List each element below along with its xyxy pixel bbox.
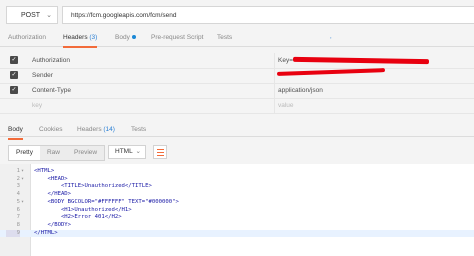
redaction-mark (292, 56, 430, 65)
code-text: <TITLE>Unauthorized</TITLE> (34, 183, 152, 190)
line-number: 8 (16, 221, 20, 228)
request-tabs: Authorization Headers (3) Body Pre-reque… (0, 31, 474, 48)
tab-response-headers[interactable]: Headers (14) (77, 125, 115, 138)
line-number: 7 (16, 214, 20, 221)
header-enabled-checkbox[interactable]: ✓ (10, 56, 18, 64)
tab-tests[interactable]: Tests (217, 33, 232, 46)
tab-response-tests[interactable]: Tests (131, 125, 146, 138)
response-tabs: Body Cookies Headers (14) Tests (0, 120, 474, 140)
request-url-bar: POST ⌄ https://fcm.googleapis.com/fcm/se… (0, 0, 474, 31)
line-number: 6 (16, 206, 20, 213)
view-preview-button[interactable]: Preview (67, 146, 104, 160)
url-input[interactable]: https://fcm.googleapis.com/fcm/send (62, 6, 474, 24)
header-value[interactable]: Key= (278, 57, 293, 64)
tab-response-body[interactable]: Body (8, 125, 23, 140)
body-indicator-dot (131, 35, 136, 40)
header-row: ✓ Authorization Key= (0, 53, 474, 69)
header-key[interactable]: Content-Type (32, 87, 71, 94)
line-number: 5 (16, 198, 20, 205)
header-enabled-checkbox[interactable]: ✓ (10, 71, 18, 79)
code-text: </BODY> (34, 221, 72, 228)
header-row: ✓ Sender (0, 68, 474, 84)
chevron-down-icon: ⌄ (46, 12, 52, 19)
header-value[interactable]: application/json (278, 87, 323, 94)
wrap-lines-button[interactable] (153, 145, 167, 159)
column-divider (274, 98, 275, 113)
header-key[interactable]: Sender (32, 72, 53, 79)
code-text: <HEAD> (34, 175, 68, 182)
method-select[interactable]: POST ⌄ (6, 6, 58, 24)
code-text: </HEAD> (34, 191, 72, 198)
code-line: 7 <H2>Error 401</H2> (0, 214, 474, 222)
line-number: 1 (16, 168, 20, 174)
tab-headers[interactable]: Headers (3) (63, 33, 98, 48)
code-line: 5 ▾ <BODY BGCOLOR="#FFFFFF" TEXT="#000000… (0, 199, 474, 207)
code-line: 2 ▾ <HEAD> (0, 176, 474, 184)
header-row: ✓ Content-Type application/json (0, 83, 474, 99)
redaction-mark (276, 68, 386, 76)
column-divider (274, 83, 275, 98)
tab-bar-marker: , (330, 34, 332, 40)
line-number: 9 (6, 229, 20, 238)
tab-cookies[interactable]: Cookies (39, 125, 62, 138)
code-text: <H1>Unauthorized</H1> (34, 206, 132, 213)
header-enabled-checkbox[interactable]: ✓ (10, 86, 18, 94)
response-view-bar: Pretty Raw Preview HTML ⌄ (0, 141, 474, 163)
tab-pre-request-script[interactable]: Pre-request Script (151, 33, 203, 46)
response-code-editor[interactable]: 1 ▾ <HTML> 2 ▾ <HEAD> 3 <TITLE>Unauthorized</… (0, 164, 474, 256)
format-label: HTML (115, 148, 133, 155)
code-line: 8 </BODY> (0, 222, 474, 230)
column-divider (274, 68, 275, 83)
format-select[interactable]: HTML ⌄ (108, 145, 146, 159)
view-mode-toggle: Pretty Raw Preview (8, 145, 106, 161)
code-line: 9 </HTML> (0, 229, 474, 238)
code-line: 4 </HEAD> (0, 191, 474, 199)
new-value-input[interactable]: value (278, 102, 294, 109)
line-number: 2 (16, 175, 20, 182)
code-line: 6 <H1>Unauthorized</H1> (0, 207, 474, 215)
line-number: 4 (16, 191, 20, 198)
code-line: 1 ▾ <HTML> (0, 168, 474, 176)
header-key[interactable]: Authorization (32, 57, 70, 64)
code-text: <HTML> (34, 168, 55, 174)
code-text: <H2>Error 401</H2> (34, 214, 122, 221)
view-pretty-button[interactable]: Pretty (9, 146, 40, 160)
column-divider (274, 53, 275, 68)
fold-arrow-icon[interactable]: ▾ (21, 199, 24, 207)
url-text: https://fcm.googleapis.com/fcm/send (71, 11, 177, 19)
chevron-down-icon: ⌄ (135, 148, 141, 155)
fold-arrow-icon[interactable]: ▾ (21, 168, 24, 176)
line-number: 3 (16, 183, 20, 190)
view-raw-button[interactable]: Raw (40, 146, 67, 160)
code-text: <BODY BGCOLOR="#FFFFFF" TEXT="#000000"> (34, 198, 179, 205)
tab-body[interactable]: Body (115, 33, 136, 46)
code-text: </HTML> (34, 229, 58, 236)
tab-authorization[interactable]: Authorization (8, 33, 46, 46)
new-key-input[interactable]: key (32, 102, 42, 109)
method-label: POST (21, 11, 41, 19)
new-header-row: key value (0, 98, 474, 114)
fold-arrow-icon[interactable]: ▾ (21, 176, 24, 184)
code-line: 3 <TITLE>Unauthorized</TITLE> (0, 183, 474, 191)
